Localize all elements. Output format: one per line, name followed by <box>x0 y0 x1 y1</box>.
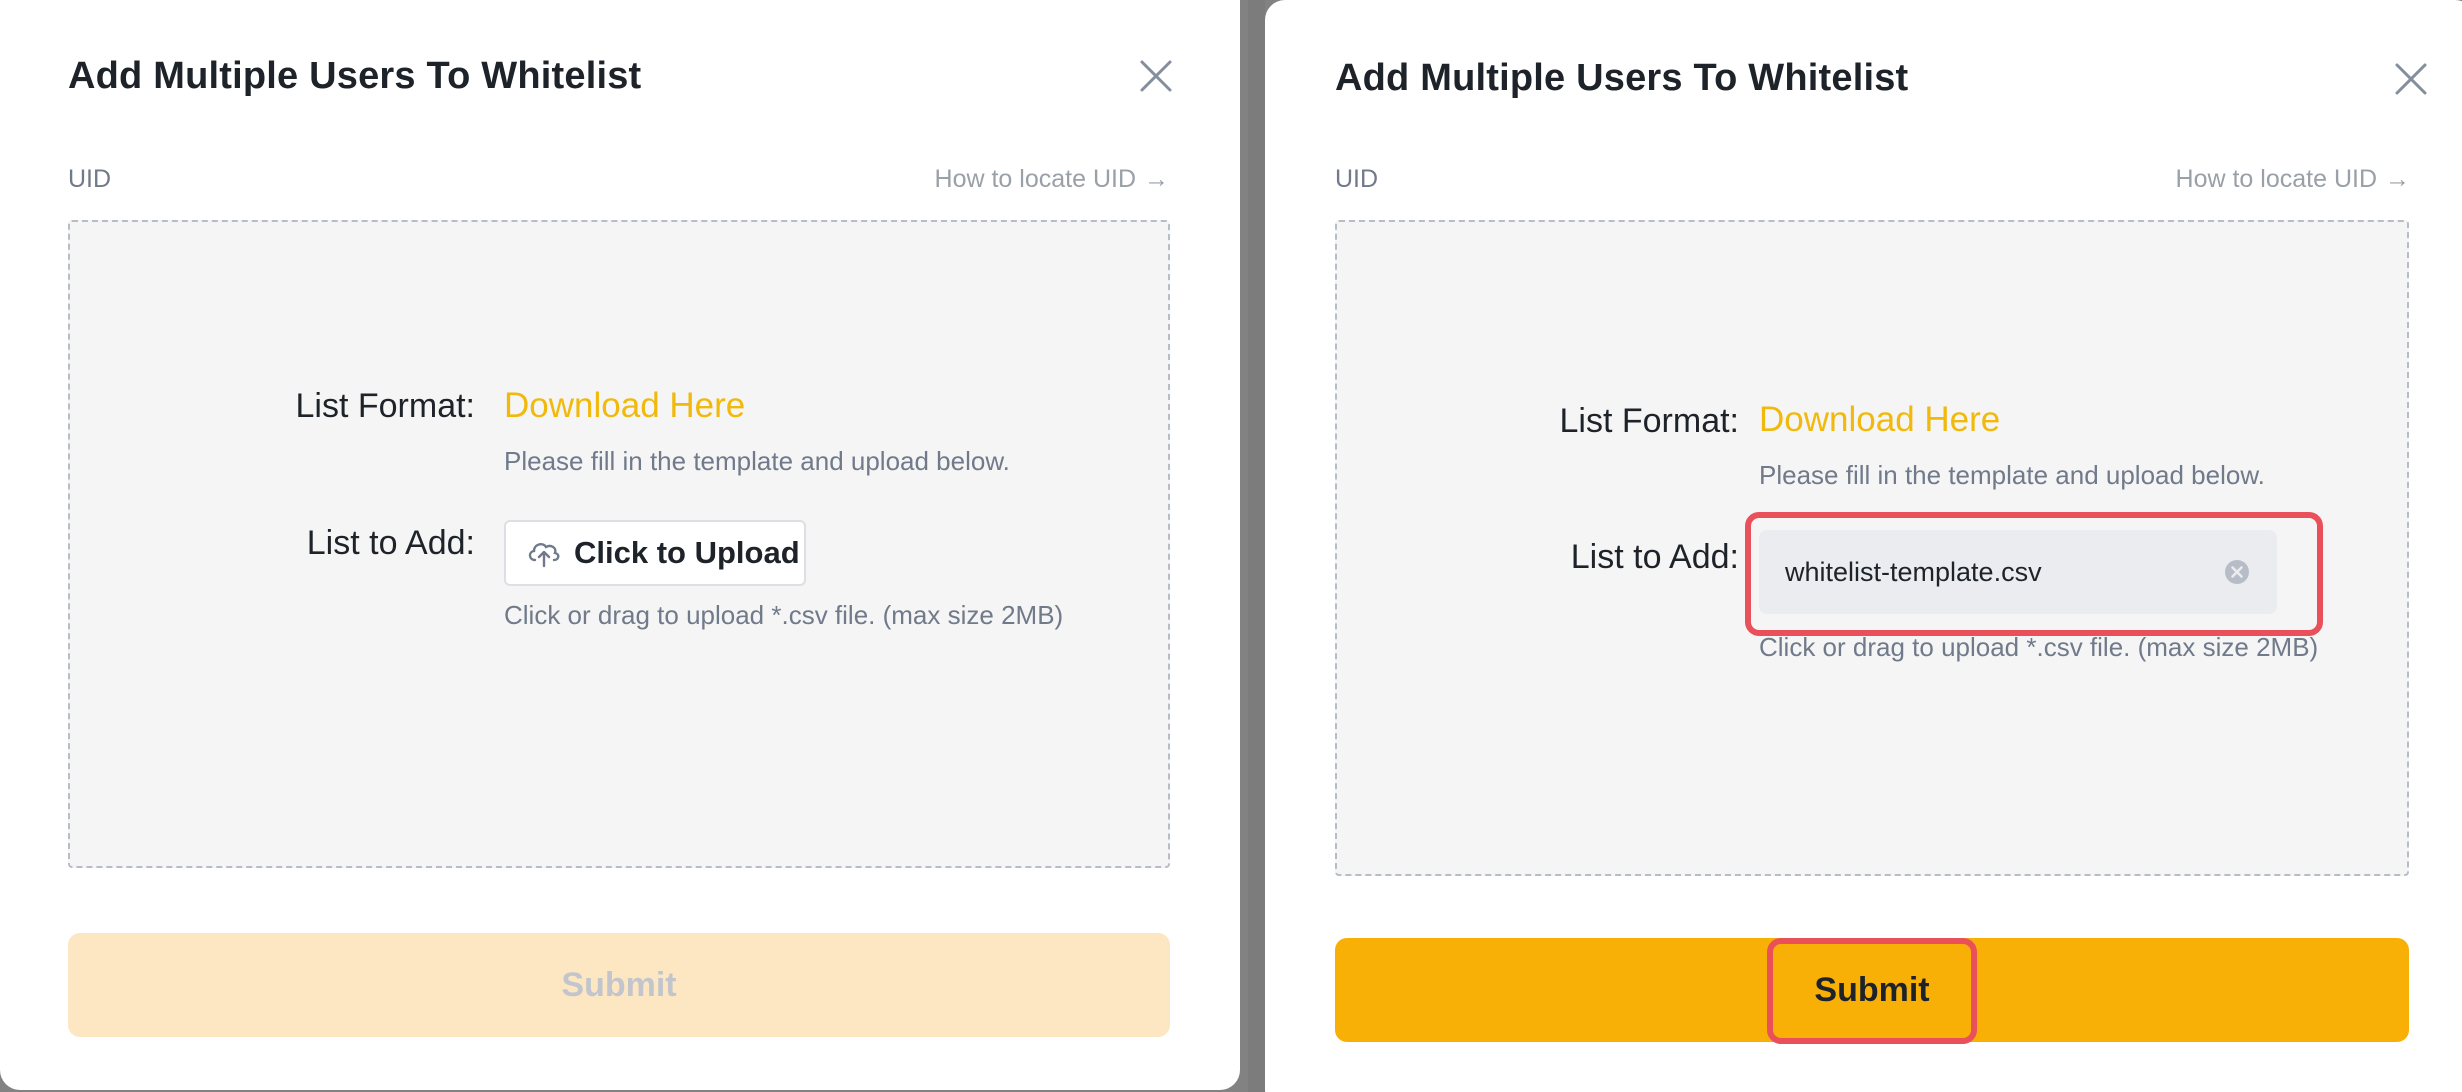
list-format-label: List Format: <box>295 387 475 425</box>
remove-file-icon[interactable] <box>2223 558 2251 586</box>
uid-label: UID <box>68 165 112 193</box>
modal-title: Add Multiple Users To Whitelist <box>68 55 642 97</box>
close-icon[interactable] <box>1136 56 1176 96</box>
upload-button-label: Click to Upload <box>574 535 800 570</box>
cloud-upload-icon <box>526 538 562 568</box>
uploaded-file-item[interactable]: whitelist-template.csv <box>1759 530 2277 614</box>
whitelist-modal-after: Add Multiple Users To Whitelist UID How … <box>1265 0 2462 1092</box>
modal-title: Add Multiple Users To Whitelist <box>1335 57 1909 99</box>
arrow-right-icon: → <box>1144 165 1169 193</box>
template-hint: Please fill in the template and upload b… <box>504 446 1010 476</box>
upload-hint: Click or drag to upload *.csv file. (max… <box>1759 632 2319 662</box>
download-template-link[interactable]: Download Here <box>1759 400 2000 440</box>
list-format-label: List Format: <box>1559 402 1739 440</box>
how-to-locate-uid-link[interactable]: How to locate UID → <box>2176 165 2410 194</box>
click-to-upload-button[interactable]: Click to Upload <box>504 520 806 586</box>
download-template-link[interactable]: Download Here <box>504 386 745 426</box>
locate-link-text: How to locate UID <box>934 165 1136 193</box>
list-to-add-label: List to Add: <box>306 524 475 562</box>
uid-label: UID <box>1335 165 1379 193</box>
submit-button[interactable]: Submit <box>1335 938 2409 1042</box>
locate-link-text: How to locate UID <box>2175 165 2377 193</box>
upload-dropzone[interactable]: List Format: Download Here Please fill i… <box>68 220 1170 868</box>
upload-dropzone[interactable]: List Format: Download Here Please fill i… <box>1335 220 2409 876</box>
upload-hint: Click or drag to upload *.csv file. (max… <box>504 600 1064 630</box>
how-to-locate-uid-link[interactable]: How to locate UID → <box>935 165 1169 194</box>
submit-button[interactable]: Submit <box>68 933 1170 1037</box>
arrow-right-icon: → <box>2385 165 2410 193</box>
template-hint: Please fill in the template and upload b… <box>1759 460 2265 490</box>
whitelist-modal-before: Add Multiple Users To Whitelist UID How … <box>0 0 1240 1090</box>
background-divider <box>1248 0 1265 1092</box>
list-to-add-label: List to Add: <box>1570 538 1739 576</box>
uploaded-file-name: whitelist-template.csv <box>1785 556 2042 587</box>
close-icon[interactable] <box>2391 59 2431 99</box>
